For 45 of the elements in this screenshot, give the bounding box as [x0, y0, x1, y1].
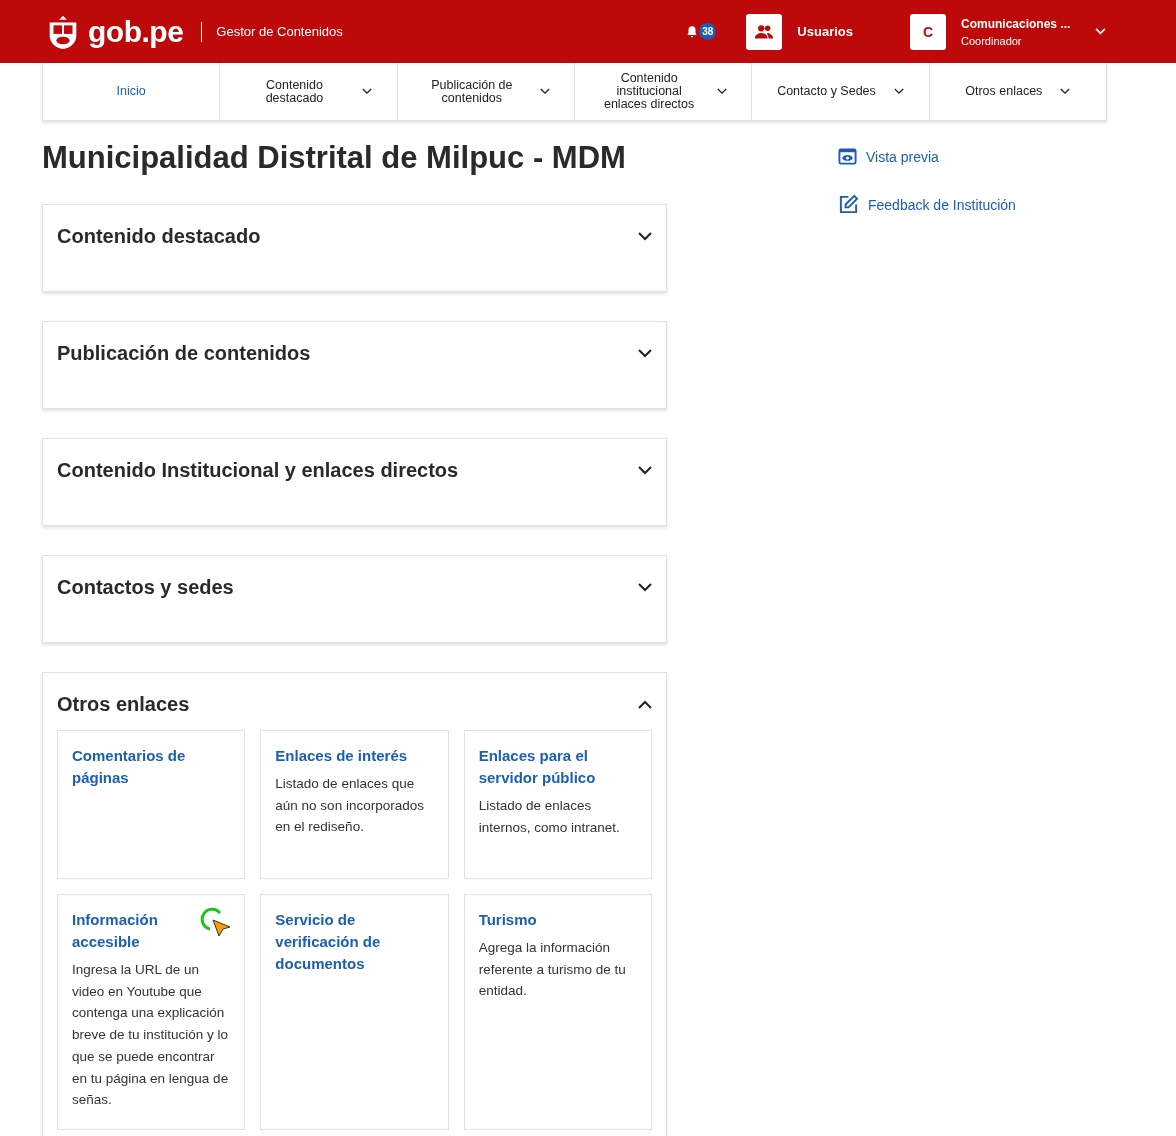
account-role: Coordinador [961, 34, 1023, 47]
edit-icon [838, 194, 859, 215]
app-name: Gestor de Contenidos [216, 24, 343, 39]
card-title[interactable]: Enlaces para el servidor público [478, 745, 639, 789]
nav-tab[interactable]: Inicio [43, 63, 220, 120]
users-link[interactable]: Usuarios [797, 24, 853, 39]
card-title[interactable]: Comentarios de páginas [72, 745, 233, 789]
section-title[interactable]: Publicación de contenidos [57, 341, 311, 365]
logo-text[interactable]: gob.pe [88, 14, 184, 49]
card-title[interactable]: Servicio de verificación de documentos [275, 909, 436, 975]
section-title[interactable]: Contenido destacado [57, 224, 261, 248]
chevron-up-icon[interactable] [638, 699, 652, 709]
card-description: Listado de enlaces internos, como intranet. [478, 797, 621, 837]
card-description: Agrega la información referente a turismo de tu entidad. [478, 939, 627, 1001]
account-avatar[interactable]: C [910, 13, 946, 50]
section-title[interactable]: Contactos y sedes [57, 575, 234, 599]
section-title[interactable]: Otros enlaces [57, 692, 190, 716]
link-card[interactable]: Enlaces para el servidor público Listado de enlaces internos, como intranet. [463, 730, 652, 879]
nav-tab[interactable]: Contenido destacado [219, 63, 397, 120]
chevron-down-icon[interactable] [638, 348, 652, 358]
nav-tab[interactable]: Otros enlaces [928, 63, 1106, 120]
card-description: Listado de enlaces que aún no son incorporados en el rediseño. [275, 775, 425, 837]
card-title[interactable]: Turismo [478, 909, 537, 931]
chevron-down-icon[interactable] [638, 231, 652, 241]
side-link[interactable]: Vista previa [866, 148, 939, 165]
eye-icon [838, 147, 857, 166]
card-title[interactable]: Enlaces de interés [275, 745, 408, 767]
link-card[interactable]: Servicio de verificación de documentos [260, 894, 449, 1130]
link-card[interactable]: Enlaces de interés Listado de enlaces que aún no son incorporados en el rediseño. [260, 730, 449, 879]
nav-tab[interactable]: Publicación de contenidos [396, 63, 574, 120]
users-button[interactable] [746, 13, 783, 50]
page-title: Municipalidad Distrital de Milpuc - MDM [42, 141, 627, 175]
section-title[interactable]: Contenido Institucional y enlaces directos [57, 458, 459, 482]
notification-count: 38 [699, 23, 717, 40]
nav-tab[interactable]: Contenido institucional enlaces directos [574, 63, 752, 120]
side-link[interactable]: Feedback de Institución [868, 196, 1016, 213]
chevron-down-icon[interactable] [638, 582, 652, 592]
link-card[interactable]: Información accesible Ingresa la URL de un video en Youtube que contenga una explicación breve de tu institución y lo que se puede encontrar en tu página en lengua de señas. [57, 894, 246, 1130]
card-title[interactable]: Información accesible [72, 909, 199, 953]
link-card[interactable]: Comentarios de páginas [57, 730, 246, 879]
chevron-down-icon[interactable] [638, 465, 652, 475]
card-description: Ingresa la URL de un video en Youtube que contenga una explicación breve de tu institución y lo que se puede encontrar en tu página en lengua de señas. [72, 961, 230, 1110]
nav-tab[interactable]: Contacto y Sedes [751, 63, 929, 120]
account-name: Comunicaciones ... [961, 16, 1072, 31]
link-card[interactable]: Turismo Agrega la información referente a turismo de tu entidad. [463, 894, 652, 1130]
